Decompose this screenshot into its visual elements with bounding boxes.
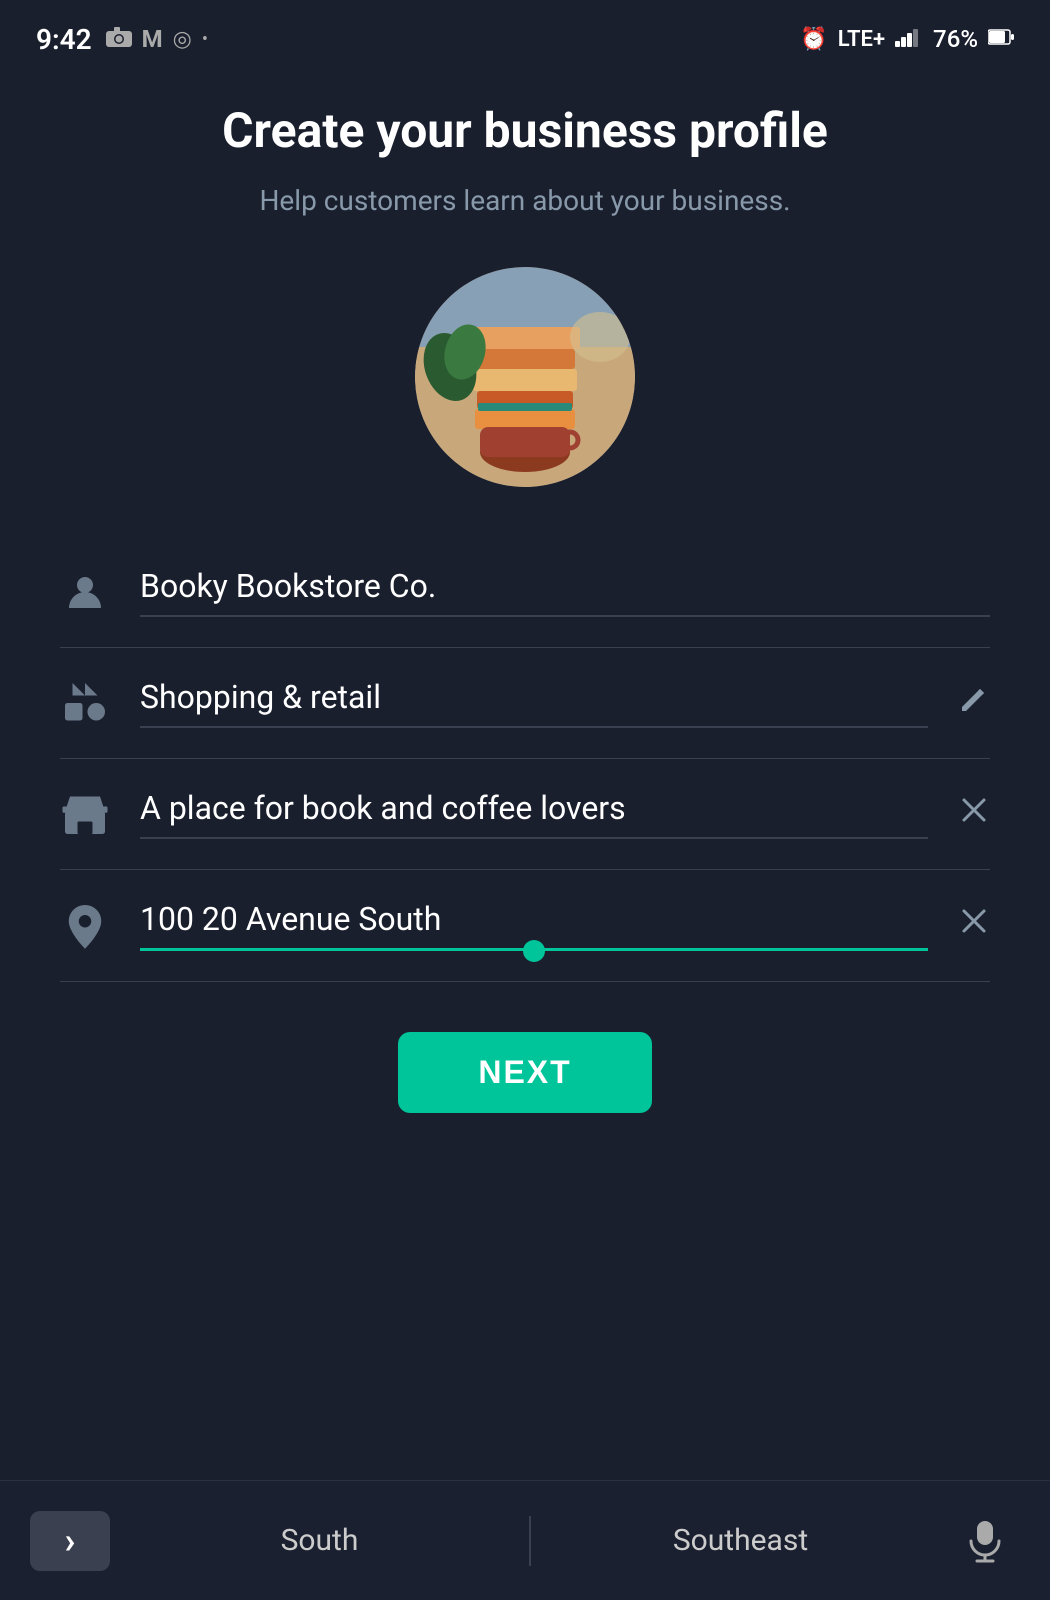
description-content[interactable]: A place for book and coffee lovers	[140, 789, 928, 839]
clear-description-button[interactable]	[958, 794, 990, 834]
suggestion-southeast[interactable]: Southeast	[531, 1513, 950, 1568]
person-icon	[60, 572, 110, 612]
keyboard-suggestions: South Southeast	[110, 1513, 950, 1568]
address-content[interactable]: 100 20 Avenue South	[140, 900, 928, 951]
signal-icon	[895, 27, 923, 51]
camera-icon	[106, 25, 132, 53]
status-bar: 9:42 M ◎ • ⏰ LTE+	[0, 0, 1050, 72]
description-value: A place for book and coffee lovers	[140, 789, 928, 827]
battery-level: 76%	[933, 25, 978, 53]
page-subtitle: Help customers learn about your business…	[60, 184, 990, 217]
location-icon	[60, 900, 110, 950]
alarm-icon: ⏰	[800, 27, 827, 52]
next-button[interactable]: NEXT	[398, 1032, 651, 1113]
page-title: Create your business profile	[60, 102, 990, 160]
next-button-container: NEXT	[60, 1032, 990, 1113]
business-name-value: Booky Bookstore Co.	[140, 567, 990, 605]
category-content[interactable]: Shopping & retail	[140, 678, 928, 728]
status-right: ⏰ LTE+ 76%	[800, 25, 1014, 53]
category-icon	[60, 678, 110, 728]
lte-label: LTE+	[838, 27, 885, 52]
dot-icon: •	[202, 29, 208, 50]
main-content: Create your business profile Help custom…	[0, 72, 1050, 1113]
keyboard-arrow-button[interactable]: ›	[30, 1511, 110, 1571]
avatar[interactable]	[415, 267, 635, 487]
microphone-button[interactable]	[950, 1506, 1020, 1576]
category-field: Shopping & retail	[60, 658, 990, 759]
chevron-right-icon: ›	[65, 1520, 76, 1562]
keyboard-bar: › South Southeast	[0, 1480, 1050, 1600]
description-underline	[140, 837, 928, 839]
cursor-dot	[523, 940, 545, 962]
instagram-icon: ◎	[173, 27, 192, 52]
mail-icon: M	[142, 25, 163, 53]
category-value: Shopping & retail	[140, 678, 928, 716]
edit-category-button[interactable]	[958, 683, 990, 723]
category-underline	[140, 726, 928, 728]
business-name-content[interactable]: Booky Bookstore Co.	[140, 567, 990, 617]
suggestion-south[interactable]: South	[110, 1513, 529, 1568]
status-time: 9:42	[36, 23, 92, 56]
address-value: 100 20 Avenue South	[140, 900, 928, 938]
business-name-field: Booky Bookstore Co.	[60, 547, 990, 648]
battery-icon	[988, 29, 1014, 49]
store-icon	[60, 789, 110, 839]
business-name-underline	[140, 615, 990, 617]
clear-address-button[interactable]	[958, 905, 990, 945]
description-field: A place for book and coffee lovers	[60, 769, 990, 870]
status-icons: M ◎ •	[106, 25, 208, 53]
address-field: 100 20 Avenue South	[60, 880, 990, 982]
avatar-container[interactable]	[60, 267, 990, 487]
